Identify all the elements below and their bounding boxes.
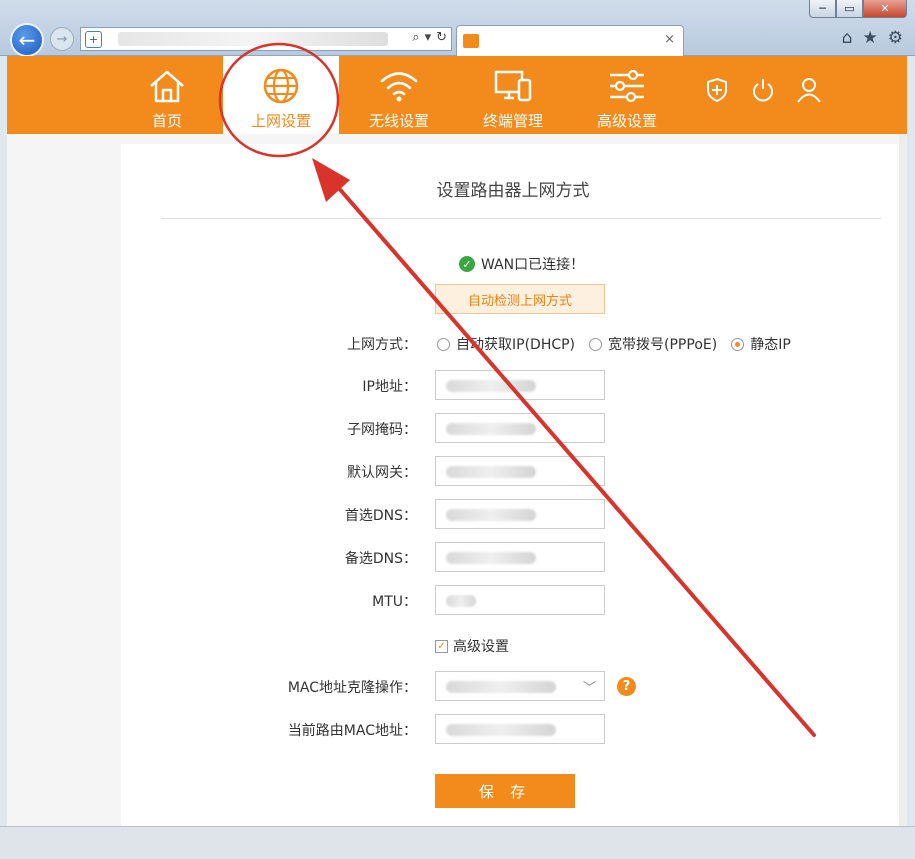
radio-pppoe-label: 宽带拨号(PPPoE) xyxy=(608,337,718,353)
title-divider xyxy=(161,218,881,219)
maximize-button[interactable]: ▭ xyxy=(836,0,863,18)
subnet-mask-row: 子网掩码： xyxy=(121,413,905,443)
wifi-icon xyxy=(379,66,419,106)
wan-status-text: WAN口已连接！ xyxy=(481,257,585,273)
nav-label: 高级设置 xyxy=(596,112,657,130)
blurred-value xyxy=(446,595,476,607)
check-circle-icon: ✓ xyxy=(459,256,475,272)
shield-plus-icon[interactable] xyxy=(703,76,731,104)
radio-dhcp[interactable]: 自动获取IP(DHCP) xyxy=(437,334,575,354)
nav-label: 首页 xyxy=(151,112,182,130)
user-icon[interactable] xyxy=(795,76,823,104)
field-label: 子网掩码： xyxy=(347,422,417,438)
gateway-input[interactable] xyxy=(435,456,605,486)
nav-item-advanced-settings[interactable]: 高级设置 xyxy=(587,56,667,134)
browser-status-bar xyxy=(0,826,915,859)
nav-item-wireless-settings[interactable]: 无线设置 xyxy=(359,56,439,134)
primary-dns-row: 首选DNS： xyxy=(121,499,905,529)
home-icon[interactable]: ⌂ xyxy=(842,28,853,48)
field-label: IP地址： xyxy=(362,379,417,395)
settings-gear-icon[interactable]: ⚙ xyxy=(888,28,903,48)
nav-item-device-management[interactable]: 终端管理 xyxy=(473,56,553,134)
power-icon[interactable] xyxy=(749,76,777,104)
current-mac-row: 当前路由MAC地址： xyxy=(121,714,905,744)
arrow-left-icon: ← xyxy=(18,28,36,52)
field-label: 首选DNS： xyxy=(344,508,417,524)
page-title: 设置路由器上网方式 xyxy=(436,181,590,201)
help-question-icon[interactable]: ? xyxy=(617,677,636,696)
ip-address-input[interactable] xyxy=(435,370,605,400)
sliders-icon xyxy=(607,66,647,106)
blurred-value xyxy=(446,509,536,521)
forward-button[interactable]: → xyxy=(50,27,74,51)
nav-label: 无线设置 xyxy=(368,112,429,130)
radio-static-ip[interactable]: 静态IP xyxy=(731,334,791,354)
secondary-dns-input[interactable] xyxy=(435,542,605,572)
advanced-settings-toggle[interactable]: ✓ 高级设置 xyxy=(435,636,509,656)
arrow-right-icon: → xyxy=(56,31,68,47)
mtu-row: MTU： xyxy=(121,585,905,615)
mac-clone-row: MAC地址克隆操作： ﹀ ? xyxy=(121,671,905,701)
mtu-input[interactable] xyxy=(435,585,605,615)
field-label: 默认网关： xyxy=(347,465,417,481)
refresh-icon[interactable]: ↻ xyxy=(436,30,447,45)
chevron-down-icon: ﹀ xyxy=(582,681,596,696)
advanced-settings-label: 高级设置 xyxy=(453,639,509,655)
devices-icon xyxy=(493,66,533,106)
nav-item-internet-settings[interactable]: 上网设置 xyxy=(223,56,339,134)
nav-item-home[interactable]: 首页 xyxy=(135,56,199,134)
router-admin-page: 首页 上网设置 无线设置 终端管理 高级设置 设置路由器上网方式 ✓ WAN口已… xyxy=(7,56,907,826)
tab-close-button[interactable]: × xyxy=(664,32,675,47)
primary-dns-input[interactable] xyxy=(435,499,605,529)
blurred-value xyxy=(446,724,556,736)
field-label: 备选DNS： xyxy=(344,551,417,567)
blurred-value xyxy=(446,423,536,435)
mac-clone-select[interactable]: ﹀ xyxy=(435,671,605,701)
field-label: MTU： xyxy=(372,594,417,610)
window-controls: ─ ▭ ✕ xyxy=(809,0,907,18)
radio-dhcp-label: 自动获取IP(DHCP) xyxy=(456,337,576,353)
minimize-button[interactable]: ─ xyxy=(809,0,836,18)
checkbox-icon[interactable]: ✓ xyxy=(435,639,448,653)
blurred-value xyxy=(446,380,536,392)
radio-static-ip-label: 静态IP xyxy=(750,337,791,353)
back-button[interactable]: ← xyxy=(10,23,44,57)
globe-icon xyxy=(261,66,301,106)
dropdown-icon[interactable]: ▾ xyxy=(425,30,432,45)
nav-label: 上网设置 xyxy=(250,112,311,130)
tab-favicon-icon xyxy=(463,34,479,48)
current-mac-input[interactable] xyxy=(435,714,605,744)
gateway-row: 默认网关： xyxy=(121,456,905,486)
home-icon xyxy=(147,66,187,106)
mac-clone-label: MAC地址克隆操作： xyxy=(287,680,417,696)
close-window-button[interactable]: ✕ xyxy=(863,0,907,18)
internet-settings-panel: 设置路由器上网方式 ✓ WAN口已连接！ 自动检测上网方式 上网方式： 自动获取… xyxy=(121,144,905,826)
secondary-dns-row: 备选DNS： xyxy=(121,542,905,572)
subnet-mask-input[interactable] xyxy=(435,413,605,443)
connection-mode-row: 上网方式： 自动获取IP(DHCP) 宽带拨号(PPPoE) 静态IP xyxy=(121,328,905,358)
auto-detect-button[interactable]: 自动检测上网方式 xyxy=(435,284,605,314)
wan-status: ✓ WAN口已连接！ xyxy=(459,254,584,274)
browser-tab[interactable]: × xyxy=(456,25,684,56)
current-mac-label: 当前路由MAC地址： xyxy=(287,723,417,739)
save-button[interactable]: 保 存 xyxy=(435,774,575,808)
favorites-star-icon[interactable]: ★ xyxy=(863,28,878,48)
connection-mode-label: 上网方式： xyxy=(347,337,417,353)
blurred-value xyxy=(446,681,556,693)
radio-pppoe[interactable]: 宽带拨号(PPPoE) xyxy=(589,334,717,354)
ip-address-row: IP地址： xyxy=(121,370,905,400)
address-text-blurred xyxy=(118,32,388,46)
nav-label: 终端管理 xyxy=(482,112,543,130)
blurred-value xyxy=(446,466,536,478)
blurred-value xyxy=(446,552,536,564)
page-scrollbar[interactable] xyxy=(899,134,907,826)
address-bar[interactable]: + ⌕ ▾ ↻ xyxy=(80,27,452,51)
security-shield-icon: + xyxy=(85,30,102,48)
search-icon[interactable]: ⌕ xyxy=(412,30,419,45)
top-navbar: 首页 上网设置 无线设置 终端管理 高级设置 xyxy=(7,56,907,134)
browser-chrome: ─ ▭ ✕ ← → + ⌕ ▾ ↻ × ⌂ ★ ⚙ xyxy=(0,0,915,57)
